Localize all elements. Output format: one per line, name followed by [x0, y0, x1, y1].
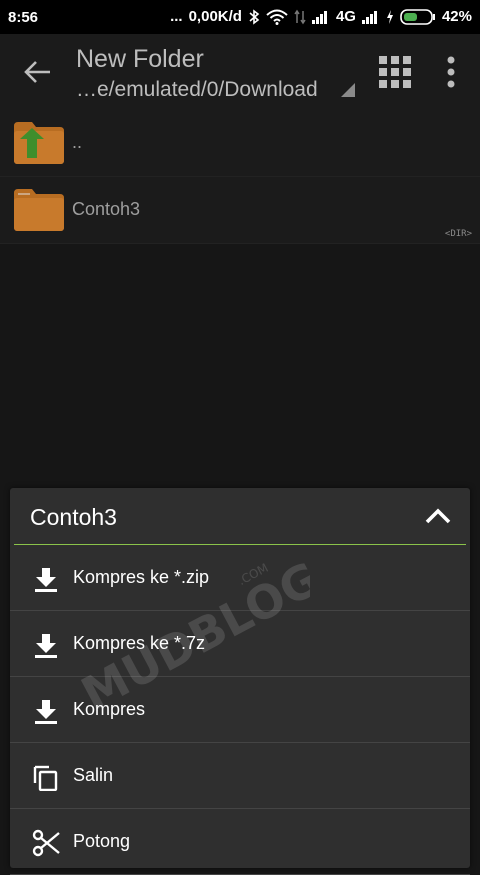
copy-icon: [32, 763, 60, 792]
menu-item-copy[interactable]: Salin: [10, 743, 470, 809]
menu-item-compress-7z[interactable]: Kompres ke *.7z: [10, 611, 470, 677]
back-button[interactable]: [20, 56, 56, 88]
download-icon: [32, 697, 60, 725]
menu-item-compress-zip[interactable]: Kompres ke *.zip: [10, 545, 470, 611]
data-arrows-icon: [294, 9, 306, 25]
download-icon: [32, 631, 60, 659]
more-vert-icon: [447, 56, 455, 88]
battery-level: 42%: [441, 8, 472, 25]
file-row[interactable]: Contoh3 <DIR>: [0, 177, 480, 244]
path-dropdown-icon[interactable]: [341, 83, 355, 102]
folder-path[interactable]: …e/emulated/0/Download: [76, 78, 318, 102]
context-menu-sheet: Contoh3 Kompres ke *.zip Kompres ke *.7z…: [10, 488, 470, 875]
menu-item-label: Salin: [73, 765, 114, 785]
status-bar: 8:56 ... 0,00K/d 4G 42%: [0, 0, 480, 34]
dir-tag: <DIR>: [444, 229, 472, 239]
grid-icon: [379, 56, 411, 88]
status-time: 8:56: [8, 9, 39, 26]
status-right: ... 0,00K/d 4G 42%: [170, 8, 472, 25]
menu-item-label: Kompres ke *.zip: [73, 567, 210, 587]
charging-icon: [386, 9, 394, 24]
folder-icon: [14, 189, 64, 236]
file-name: Contoh3: [72, 199, 141, 219]
chevron-up-icon: [425, 508, 451, 524]
status-dots: ...: [170, 8, 183, 25]
file-row-parent[interactable]: ..: [0, 110, 480, 177]
app-bar: New Folder …e/emulated/0/Download: [0, 34, 480, 110]
file-list: .. Contoh3 <DIR>: [0, 110, 480, 244]
arrow-left-icon: [24, 61, 50, 83]
menu-item-cut[interactable]: Potong: [10, 809, 470, 875]
net-speed: 0,00K/d: [188, 8, 242, 25]
scissors-icon: [32, 829, 60, 857]
menu-item-compress[interactable]: Kompres: [10, 677, 470, 743]
bluetooth-icon: [248, 8, 260, 25]
signal-icon: [311, 10, 330, 24]
signal-icon: [361, 10, 380, 24]
parent-folder-icon: [14, 122, 64, 169]
collapse-button[interactable]: [424, 505, 452, 527]
more-options-button[interactable]: [440, 55, 462, 89]
menu-item-label: Kompres: [73, 699, 146, 719]
grid-view-button[interactable]: [378, 55, 412, 89]
download-icon: [32, 565, 60, 593]
menu-item-label: Kompres ke *.7z: [73, 633, 206, 653]
sheet-title: Contoh3: [30, 504, 117, 530]
network-type: 4G: [335, 8, 356, 25]
menu-item-label: Potong: [73, 831, 131, 851]
battery-icon: [400, 8, 436, 25]
wifi-icon: [266, 9, 288, 25]
folder-title: New Folder: [76, 45, 204, 73]
file-name: ..: [72, 132, 83, 152]
sheet-header: Contoh3: [14, 488, 466, 545]
